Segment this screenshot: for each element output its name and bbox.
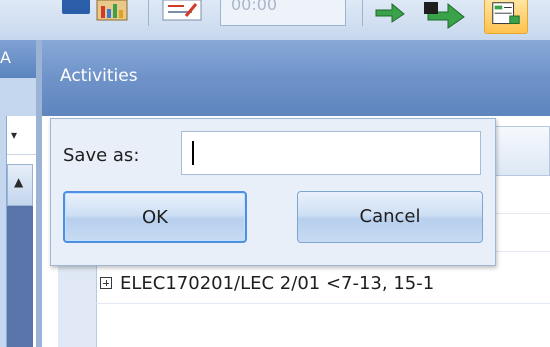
table-row[interactable]: ELEC170201/LEC 2/01 <7-13, 15-1 bbox=[96, 266, 550, 304]
toolbar: 00:00 bbox=[0, 0, 550, 41]
text-caret bbox=[192, 141, 194, 165]
row-text: ELEC170201/LEC 2/01 <7-13, 15-1 bbox=[120, 273, 435, 294]
left-pane-title: A bbox=[0, 48, 11, 67]
active-tool-button[interactable] bbox=[484, 0, 528, 34]
left-pane-list: ▾ ▲ bbox=[6, 116, 37, 347]
expand-plus-icon[interactable] bbox=[100, 277, 112, 289]
left-pane: A ▾ ▲ bbox=[0, 40, 37, 347]
save-as-dialog: Save as: OK Cancel bbox=[50, 118, 496, 266]
chevron-down-icon[interactable]: ▾ bbox=[11, 128, 17, 142]
edit-form-icon[interactable] bbox=[162, 0, 202, 22]
time-field[interactable]: 00:00 bbox=[220, 0, 346, 26]
green-arrow-icon[interactable] bbox=[372, 0, 406, 24]
toolbar-separator bbox=[148, 0, 149, 26]
green-arrow-icon[interactable] bbox=[424, 0, 466, 30]
save-as-input[interactable] bbox=[181, 131, 481, 175]
arrow-up-icon: ▲ bbox=[14, 175, 24, 189]
activities-header: Activities bbox=[42, 40, 550, 116]
save-as-label: Save as: bbox=[63, 145, 140, 166]
list-edit-icon bbox=[492, 2, 520, 25]
book-chart-icon[interactable] bbox=[96, 0, 128, 22]
left-pane-combo[interactable]: ▾ bbox=[7, 116, 37, 155]
scroll-up-button[interactable]: ▲ bbox=[7, 164, 33, 206]
ok-button[interactable]: OK bbox=[63, 191, 247, 243]
cancel-button[interactable]: Cancel bbox=[297, 191, 483, 243]
toolbar-separator bbox=[362, 0, 363, 26]
tool-blue-icon[interactable] bbox=[62, 0, 90, 14]
left-pane-header: A bbox=[0, 40, 36, 78]
activities-title: Activities bbox=[60, 66, 138, 86]
scrollbar-track[interactable] bbox=[7, 206, 33, 347]
